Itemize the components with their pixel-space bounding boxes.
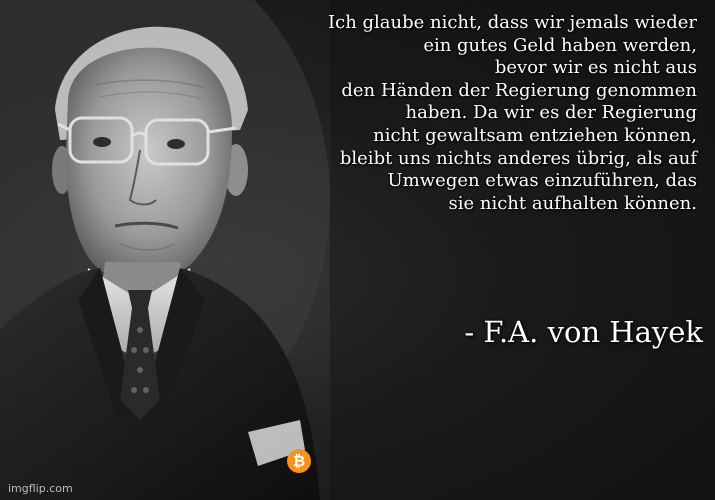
quote-line: Ich glaube nicht, dass wir jemals wieder — [328, 12, 697, 33]
watermark: imgflip.com — [8, 482, 73, 495]
svg-text:₿: ₿ — [293, 452, 305, 470]
quote-line: Umwegen etwas einzuführen, das — [387, 170, 697, 192]
quote-line: ein gutes Geld haben werden, — [423, 34, 697, 56]
quote-author: - F.A. von Hayek — [464, 315, 703, 349]
bitcoin-icon: ₿ — [287, 449, 311, 473]
quote-text: Ich glaube nicht, dass wir jemals wieder… — [227, 12, 697, 215]
quote-line: bleibt uns nichts anderes übrig, als auf — [339, 147, 697, 169]
quote-line: den Händen der Regierung genommen — [341, 79, 697, 101]
meme-image: Ich glaube nicht, dass wir jemals wieder… — [0, 0, 715, 500]
quote-line: nicht gewaltsam entziehen können, — [373, 124, 697, 146]
quote-line: bevor wir es nicht aus — [494, 57, 697, 79]
quote-line: sie nicht aufhalten können. — [448, 192, 697, 214]
quote-line: haben. Da wir es der Regierung — [405, 102, 697, 124]
